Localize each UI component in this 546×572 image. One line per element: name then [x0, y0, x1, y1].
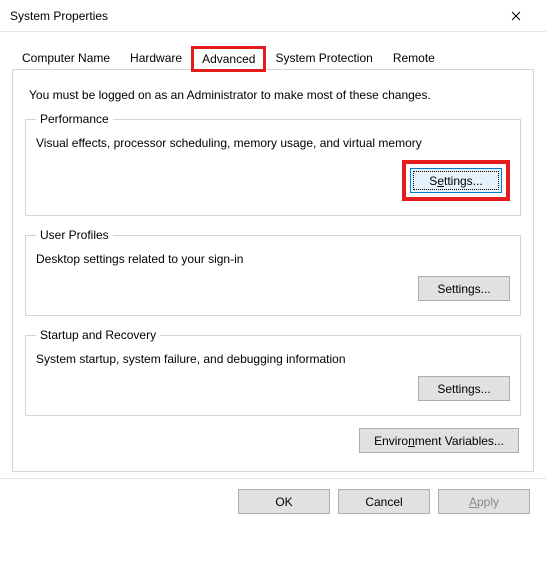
startup-recovery-settings-button[interactable]: Settings...: [418, 376, 510, 401]
ok-button[interactable]: OK: [238, 489, 330, 514]
startup-recovery-legend: Startup and Recovery: [36, 328, 160, 342]
tab-advanced[interactable]: Advanced: [192, 47, 265, 71]
tab-hardware[interactable]: Hardware: [120, 46, 192, 69]
user-profiles-legend: User Profiles: [36, 228, 113, 242]
tab-computer-name[interactable]: Computer Name: [12, 46, 120, 69]
user-profiles-group: User Profiles Desktop settings related t…: [25, 228, 521, 316]
dialog-footer: OK Cancel Apply: [0, 478, 546, 524]
environment-variables-button[interactable]: Environment Variables...: [359, 428, 519, 453]
admin-notice: You must be logged on as an Administrato…: [29, 88, 517, 102]
user-profiles-settings-button[interactable]: Settings...: [418, 276, 510, 301]
window-title: System Properties: [10, 9, 496, 23]
performance-group: Performance Visual effects, processor sc…: [25, 112, 521, 216]
startup-recovery-group: Startup and Recovery System startup, sys…: [25, 328, 521, 416]
close-button[interactable]: [496, 2, 536, 30]
startup-recovery-desc: System startup, system failure, and debu…: [36, 352, 510, 366]
performance-desc: Visual effects, processor scheduling, me…: [36, 136, 510, 150]
advanced-panel: You must be logged on as an Administrato…: [12, 70, 534, 472]
apply-button[interactable]: Apply: [438, 489, 530, 514]
close-icon: [511, 11, 521, 21]
tab-system-protection[interactable]: System Protection: [265, 46, 382, 69]
tab-strip: Computer Name Hardware Advanced System P…: [12, 46, 534, 70]
user-profiles-desc: Desktop settings related to your sign-in: [36, 252, 510, 266]
tab-remote[interactable]: Remote: [383, 46, 445, 69]
performance-legend: Performance: [36, 112, 113, 126]
performance-settings-button[interactable]: Settings...: [410, 168, 502, 193]
titlebar: System Properties: [0, 0, 546, 32]
performance-settings-highlight: Settings...: [402, 160, 510, 201]
cancel-button[interactable]: Cancel: [338, 489, 430, 514]
